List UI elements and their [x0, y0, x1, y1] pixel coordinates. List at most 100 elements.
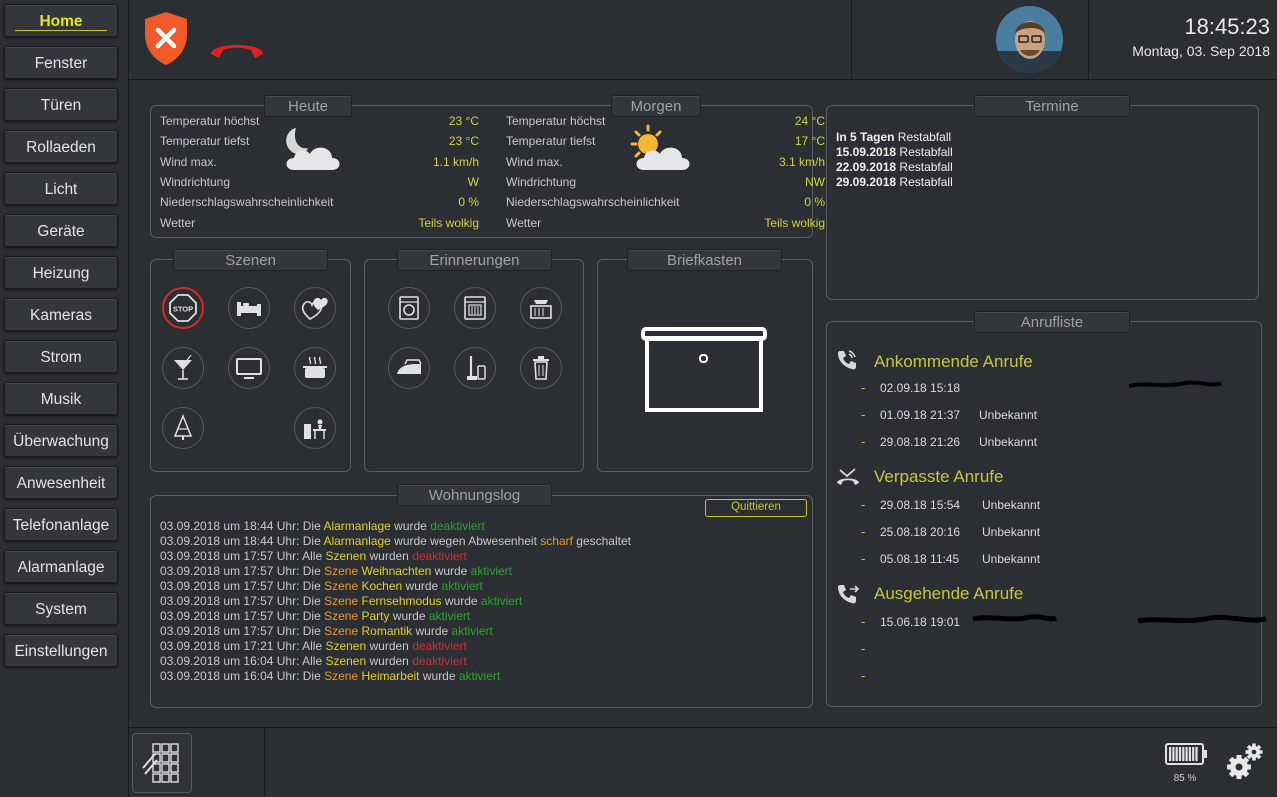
nav-kameras[interactable]: Kameras — [4, 298, 118, 331]
battery-percent: 85 % — [1173, 773, 1197, 784]
log-entry-segment: Alarmanlage — [323, 519, 391, 533]
settings-gear-icon[interactable] — [1225, 740, 1265, 780]
nav-home[interactable]: Home — [4, 4, 118, 37]
reminder-appliance-button[interactable] — [520, 287, 562, 329]
incoming-call-time[interactable]: 01.09.18 21:37 — [880, 408, 960, 422]
nav-alarmanlage[interactable]: Alarmanlage — [4, 550, 118, 583]
scene-homework-desk-button[interactable] — [294, 407, 336, 449]
log-entry-segment: aktiviert — [441, 579, 483, 593]
house-log-title: Wohnungslog — [397, 484, 552, 506]
log-entry-segment: geschaltet — [572, 534, 631, 548]
acknowledge-button[interactable]: Quittieren — [705, 499, 807, 517]
scene-tv-button[interactable] — [228, 347, 270, 389]
alarm-disarmed-shield-icon[interactable] — [143, 10, 189, 66]
nav-heizung[interactable]: Heizung — [4, 256, 118, 289]
tomorrow-label: Temperatur höchst — [506, 114, 606, 128]
nav-musik[interactable]: Musik — [4, 382, 118, 415]
nav-türen[interactable]: Türen — [4, 88, 118, 121]
battery-bar — [1192, 747, 1195, 761]
incoming-call-time[interactable]: 29.08.18 21:26 — [880, 435, 960, 449]
log-entry-segment: 03.09.2018 um 16:04 Uhr: Die — [160, 669, 325, 683]
log-entry: 03.09.2018 um 17:57 Uhr: Die Szene Weihn… — [160, 564, 512, 578]
battery-bar — [1185, 747, 1188, 761]
missed-call-name: Unbekannt — [982, 498, 1041, 512]
nav-rollaeden[interactable]: Rollaeden — [4, 130, 118, 163]
log-entry-segment: 03.09.2018 um 17:21 Uhr: Alle — [160, 639, 326, 653]
reminder-iron-button[interactable] — [388, 347, 430, 389]
nav-anwesenheit[interactable]: Anwesenheit — [4, 466, 118, 499]
missed-call-time[interactable]: 25.08.18 20:16 — [880, 525, 960, 539]
nav-einstellungen[interactable]: Einstellungen — [4, 634, 118, 667]
today-label: Niederschlagswahrscheinlichkeit — [160, 195, 334, 210]
scene-bed-button[interactable] — [228, 287, 270, 329]
log-entry-segment: aktiviert — [428, 609, 471, 623]
log-entry-segment: deaktiviert — [430, 519, 485, 533]
log-entry-segment: wurde — [431, 564, 471, 578]
user-avatar[interactable] — [996, 6, 1063, 73]
log-entry: 03.09.2018 um 17:57 Uhr: Die Szene Ferns… — [160, 594, 522, 608]
log-entry: 03.09.2018 um 16:04 Uhr: Die Szene Heima… — [160, 669, 500, 683]
today-value: 23 °C — [448, 114, 479, 128]
log-entry-segment: wurde — [402, 579, 442, 593]
battery-bar — [1178, 747, 1182, 761]
scene-party-cocktail-button[interactable] — [162, 347, 204, 389]
nav-system[interactable]: System — [4, 592, 118, 625]
mailbox-icon[interactable] — [641, 326, 767, 412]
appointment-text: Restabfall — [896, 160, 953, 174]
keypad-widget-button[interactable] — [132, 733, 192, 793]
nav-geräte[interactable]: Geräte — [4, 214, 118, 247]
log-entry: 03.09.2018 um 18:44 Uhr: Die Alarmanlage… — [160, 519, 485, 533]
appointment-date: 29.09.2018 — [836, 175, 897, 189]
sidebar: Home Fenster Türen Rollaeden Licht Geräte Heiz… — [0, 0, 128, 797]
appointment-row: 15.09.2018 Restabfall — [836, 145, 953, 159]
nav-telefonanlage[interactable]: Telefonanlage — [4, 508, 118, 541]
incoming-call-time[interactable]: 02.09.18 15:18 — [880, 381, 960, 395]
phone-hangup-icon[interactable] — [207, 32, 267, 62]
nav-fenster[interactable]: Fenster — [4, 46, 118, 79]
log-entry-segment: wurden — [366, 654, 413, 668]
log-entry-segment: 03.09.2018 um 17:57 Uhr: Die — [160, 579, 325, 593]
today-label: Windrichtung — [160, 174, 231, 189]
reminder-dishwasher-button[interactable] — [454, 287, 496, 329]
nav-überwachung[interactable]: Überwachung — [4, 424, 118, 457]
outgoing-call-icon — [836, 583, 860, 605]
call-bullet: - — [861, 641, 866, 656]
log-entry-segment: scharf — [540, 534, 573, 548]
today-value: W — [467, 174, 479, 189]
scene-romance-hearts-button[interactable] — [294, 287, 336, 329]
outgoing-call-time[interactable]: 15.06.18 19:01 — [880, 615, 960, 629]
mailbox-title: Briefkasten — [627, 249, 782, 271]
log-entry-segment: 03.09.2018 um 17:57 Uhr: Die — [160, 564, 325, 578]
log-entry: 03.09.2018 um 17:21 Uhr: Alle Szenen wur… — [160, 639, 467, 653]
frame-line — [128, 79, 1277, 80]
reminder-washing-machine-button[interactable] — [388, 287, 430, 329]
incoming-call-name: Unbekannt — [979, 408, 1038, 422]
log-entry-segment: deaktiviert — [412, 654, 467, 668]
appointment-text: Restabfall — [894, 130, 952, 144]
scene-christmas-tree-button[interactable] — [162, 407, 204, 449]
appointments-title: Termine — [974, 95, 1130, 117]
call-bullet: - — [861, 434, 866, 449]
scene-cooking-pot-button[interactable] — [294, 347, 336, 389]
nav-strom[interactable]: Strom — [4, 340, 118, 373]
log-entry-segment: wurden — [366, 639, 413, 653]
scene-stop-button[interactable]: STOP — [162, 287, 204, 329]
reminder-vacuum-button[interactable] — [454, 347, 496, 389]
tomorrow-value: NW — [805, 174, 825, 189]
today-value: 0 % — [458, 195, 479, 210]
missed-calls-heading: Verpasste Anrufe — [874, 467, 1004, 486]
stop-sign-label: STOP — [173, 305, 193, 314]
log-entry-segment: Szene — [324, 669, 359, 683]
incoming-call-icon — [836, 349, 858, 371]
missed-call-time[interactable]: 29.08.18 15:54 — [880, 498, 960, 512]
nav-licht[interactable]: Licht — [4, 172, 118, 205]
call-bullet: - — [861, 668, 866, 683]
reminder-trash-button[interactable] — [520, 347, 562, 389]
missed-call-time[interactable]: 05.08.18 11:45 — [880, 552, 959, 566]
today-value: 23 °C — [448, 134, 479, 149]
log-entry-segment: Weihnachten — [361, 564, 432, 578]
tomorrow-label: Niederschlagswahrscheinlichkeit — [506, 195, 680, 210]
weather-today-title: Heute — [264, 95, 352, 117]
clock-date: Montag, 03. Sep 2018 — [1132, 43, 1270, 59]
missed-call-name: Unbekannt — [982, 525, 1041, 539]
